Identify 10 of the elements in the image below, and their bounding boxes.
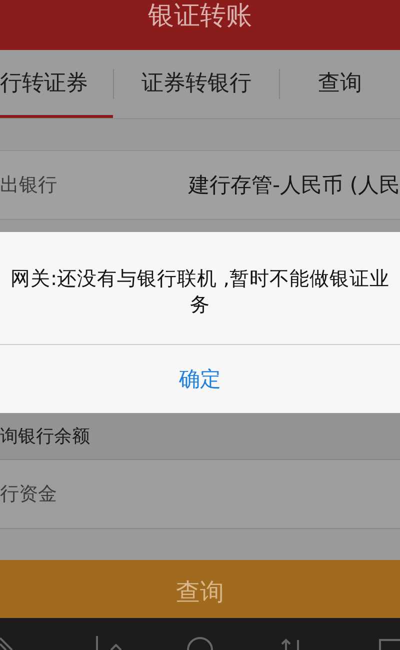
page-title: 银证转账 bbox=[148, 0, 252, 32]
field-label: 行资金 bbox=[0, 482, 57, 507]
field-label: 出银行 bbox=[0, 173, 57, 198]
confirm-button[interactable]: 确定 bbox=[0, 345, 400, 413]
bank-select[interactable]: 建行存管-人民币 (人民 bbox=[188, 171, 400, 199]
tab[interactable]: 证券转银行 bbox=[114, 50, 279, 118]
tab[interactable]: 行转证券 bbox=[0, 50, 113, 118]
tab[interactable]: 查询 bbox=[280, 50, 400, 118]
alert-message: 网关:还没有与银行联机 ,暂时不能做银证业务 bbox=[0, 232, 400, 345]
section-title: 询银行余额 bbox=[0, 425, 90, 448]
